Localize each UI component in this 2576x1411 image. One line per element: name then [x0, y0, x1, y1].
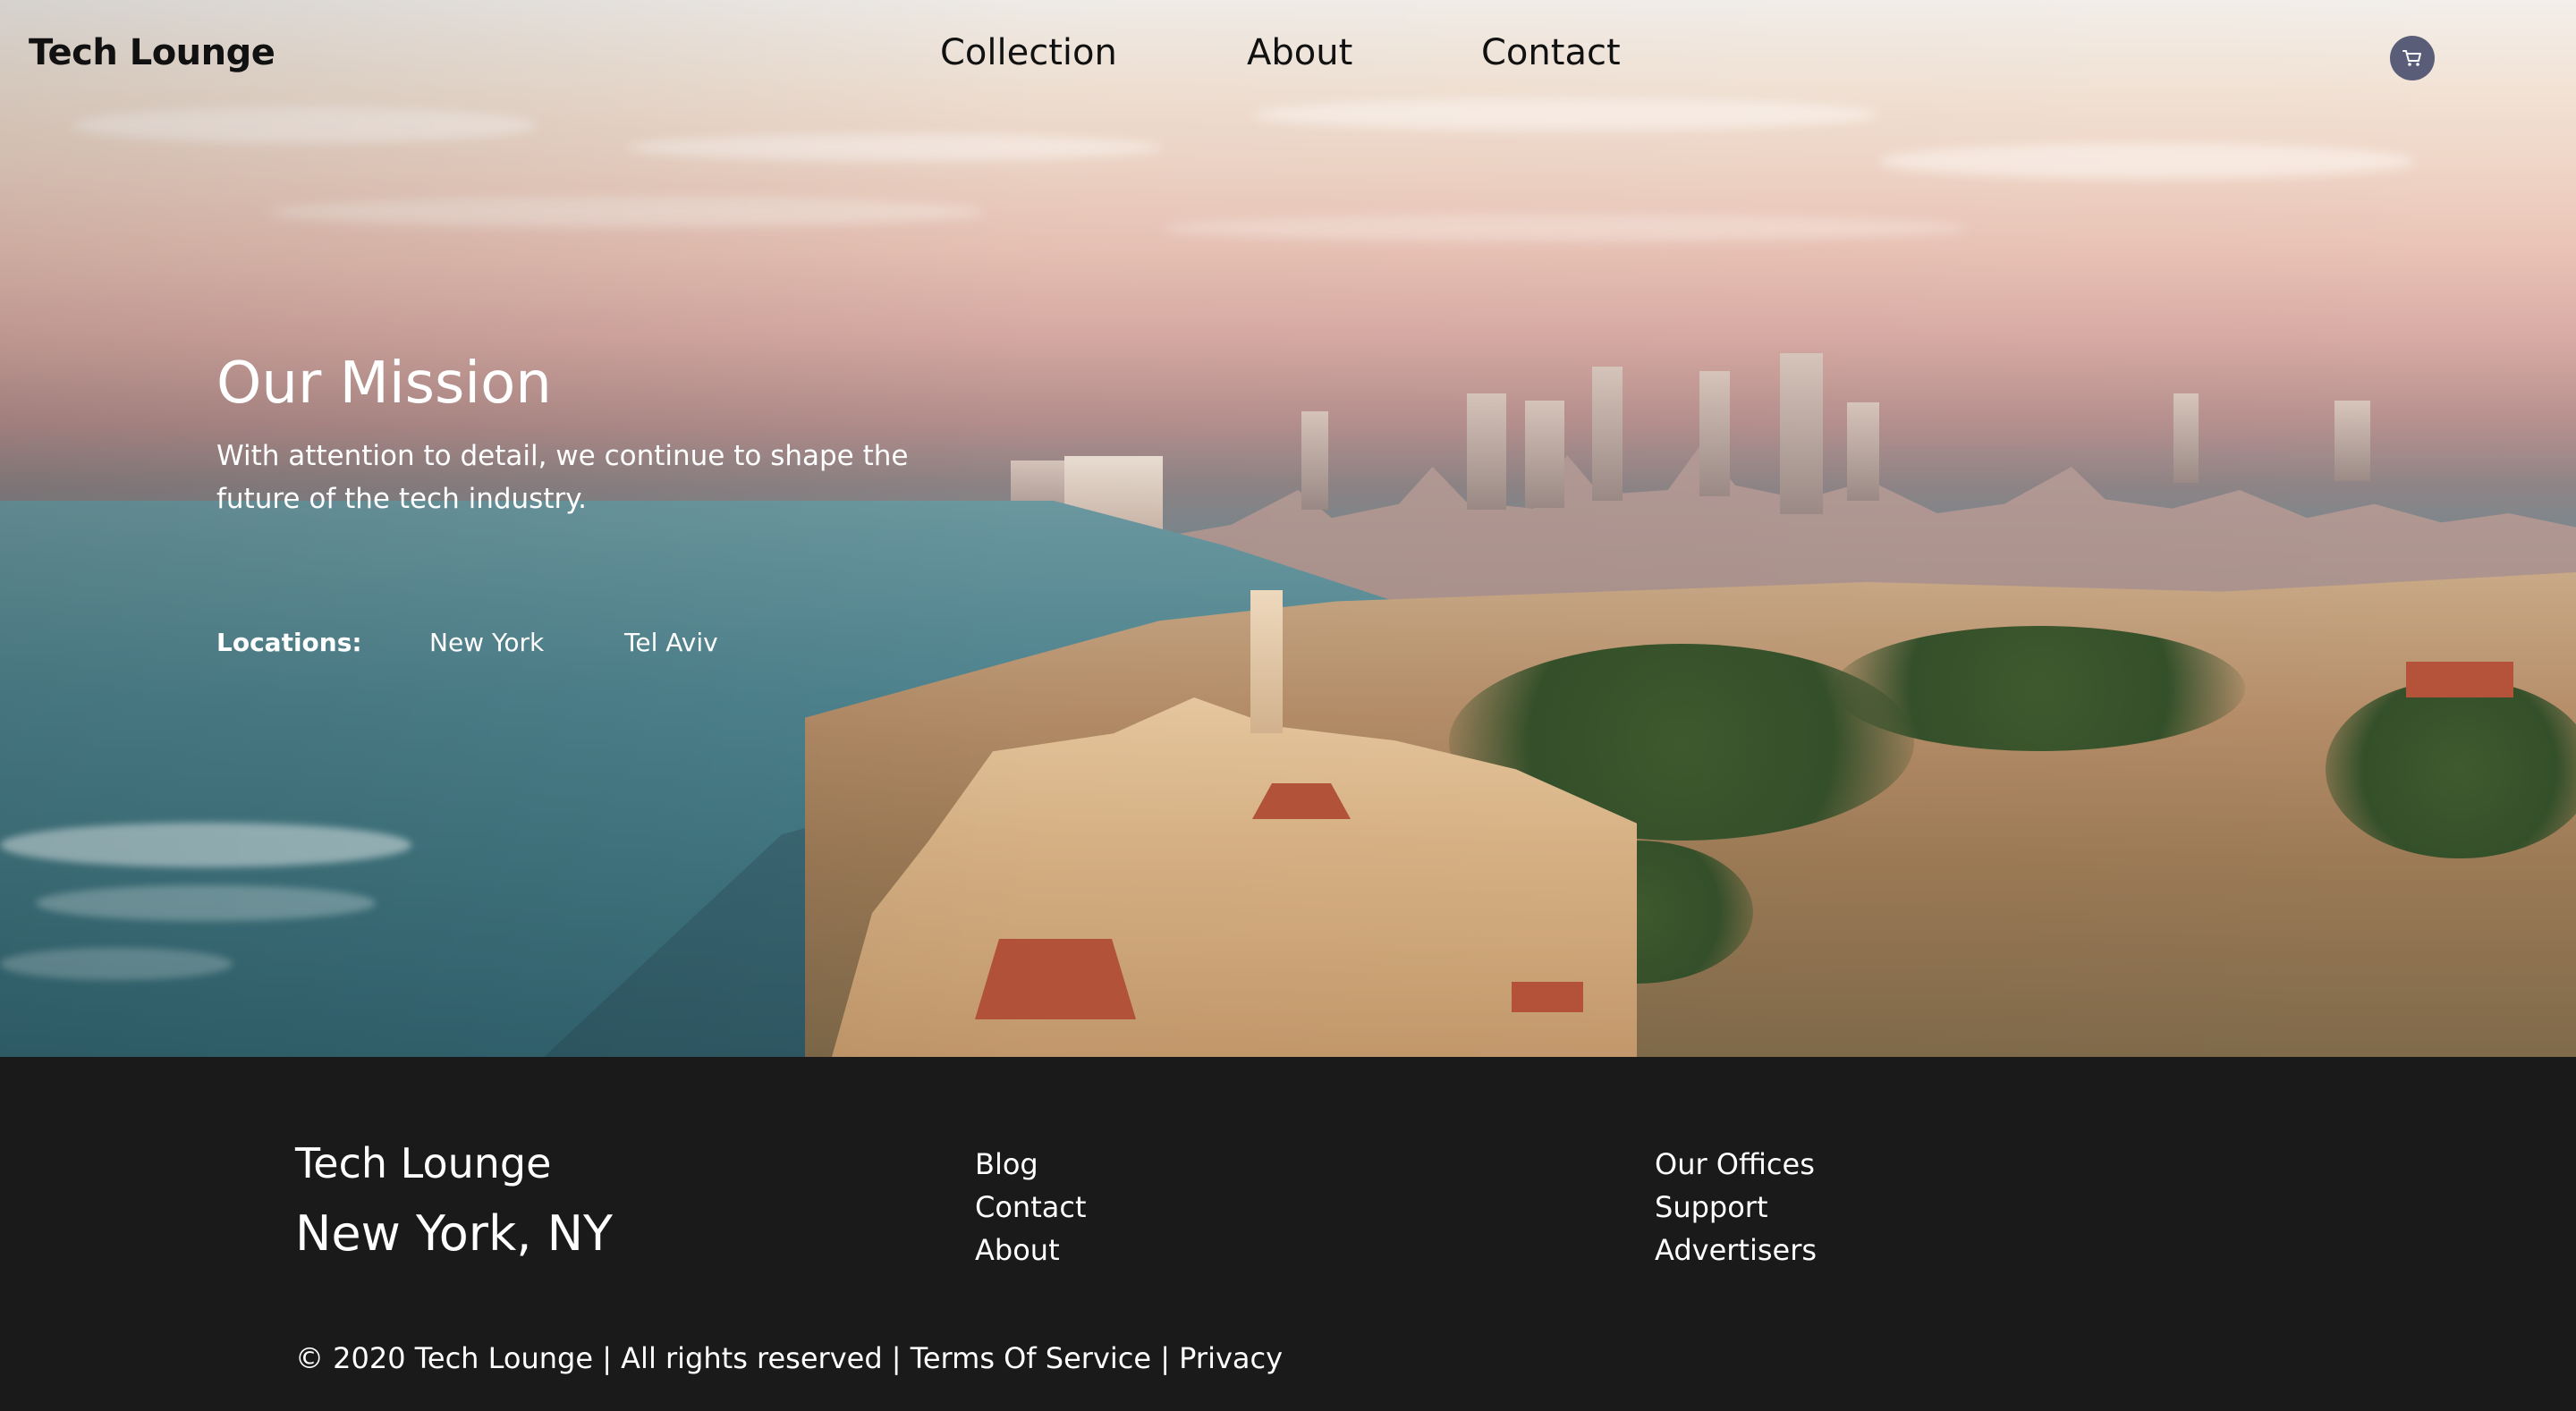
hero-overlay — [0, 0, 2576, 1057]
footer-brand: Tech Lounge — [295, 1139, 552, 1187]
separator: | — [593, 1341, 622, 1375]
terms-link[interactable]: Terms Of Service — [911, 1341, 1151, 1375]
separator: | — [882, 1341, 911, 1375]
separator: | — [1151, 1341, 1180, 1375]
mission-title: Our Mission — [216, 351, 552, 417]
footer-links-column: Our Offices Support Advertisers — [1655, 1143, 1817, 1272]
footer-links-column: Blog Contact About — [975, 1143, 1087, 1272]
footer-copyright: © 2020 Tech Lounge | All rights reserved… — [295, 1341, 1283, 1375]
cart-icon — [2402, 50, 2421, 66]
cart-button[interactable] — [2390, 36, 2435, 80]
footer: Tech Lounge New York, NY Blog Contact Ab… — [0, 1057, 2576, 1411]
page: Tech Lounge Collection About Contact Our… — [0, 0, 2576, 1411]
privacy-link[interactable]: Privacy — [1179, 1341, 1283, 1375]
footer-link-our-offices[interactable]: Our Offices — [1655, 1143, 1817, 1186]
hero-section: Tech Lounge Collection About Contact Our… — [0, 0, 2576, 1057]
footer-link-support[interactable]: Support — [1655, 1186, 1817, 1229]
location-tel-aviv[interactable]: Tel Aviv — [624, 628, 718, 657]
location-new-york[interactable]: New York — [429, 628, 544, 657]
locations-label: Locations: — [216, 628, 362, 657]
nav-collection[interactable]: Collection — [940, 32, 1117, 73]
mission-text: With attention to detail, we continue to… — [216, 440, 909, 515]
footer-link-about[interactable]: About — [975, 1229, 1087, 1272]
nav-about[interactable]: About — [1247, 32, 1352, 73]
copyright-text: © 2020 Tech Lounge — [295, 1341, 594, 1375]
nav-contact[interactable]: Contact — [1481, 32, 1621, 73]
footer-link-advertisers[interactable]: Advertisers — [1655, 1229, 1817, 1272]
footer-city: New York, NY — [295, 1205, 613, 1262]
footer-link-contact[interactable]: Contact — [975, 1186, 1087, 1229]
brand-logo[interactable]: Tech Lounge — [29, 32, 275, 73]
footer-link-blog[interactable]: Blog — [975, 1143, 1087, 1186]
rights-text: All rights reserved — [621, 1341, 883, 1375]
